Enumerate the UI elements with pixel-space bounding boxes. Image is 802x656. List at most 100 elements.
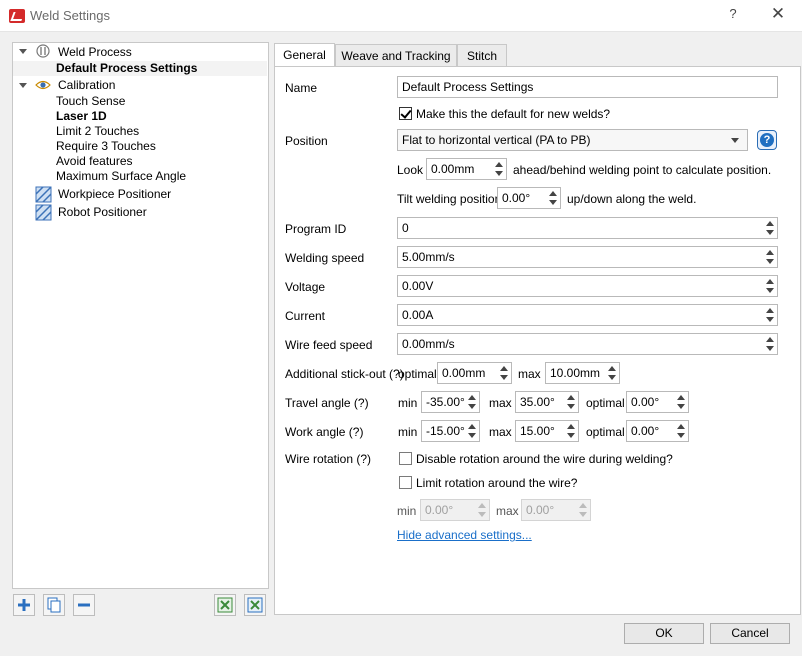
spin-arrows-icon[interactable] (492, 159, 506, 179)
program-id-spinbox[interactable]: 0 (397, 217, 778, 239)
work-max-spinbox[interactable]: 15.00° (515, 420, 579, 442)
rotation-min-spinbox[interactable]: 0.00° (420, 499, 490, 521)
tree-item-touch-sense[interactable]: Touch Sense (56, 94, 125, 109)
app-logo-icon (9, 9, 25, 23)
settings-tree[interactable]: Weld Process Default Process Settings Ca… (12, 42, 269, 589)
stickout-max-spinbox[interactable]: 10.00mm (545, 362, 620, 384)
current-label: Current (285, 309, 326, 323)
spin-arrows-icon[interactable] (763, 305, 777, 325)
look-value: 0.00mm (431, 162, 475, 176)
plus-icon (18, 599, 30, 611)
add-button[interactable] (13, 594, 35, 616)
spin-arrows-icon[interactable] (674, 421, 688, 441)
spin-arrows-icon[interactable] (564, 392, 578, 412)
tree-item-limit-2-touches[interactable]: Limit 2 Touches (56, 124, 139, 139)
question-icon: ? (760, 133, 774, 147)
wire-feed-value: 0.00mm/s (402, 337, 455, 351)
wire-feed-label: Wire feed speed (285, 338, 373, 352)
stickout-max-label: max (518, 367, 541, 381)
spin-arrows-icon[interactable] (674, 392, 688, 412)
tree-item-avoid-features[interactable]: Avoid features (56, 154, 133, 169)
tilt-spinbox[interactable]: 0.00° (497, 187, 561, 209)
tab-general[interactable]: General (274, 43, 335, 67)
duplicate-button[interactable] (43, 594, 65, 616)
disable-rotation-label: Disable rotation around the wire during … (416, 452, 673, 466)
expand-arrow-icon[interactable] (19, 49, 27, 54)
name-field[interactable]: Default Process Settings (397, 76, 778, 98)
rotation-min-value: 0.00° (425, 503, 454, 517)
help-button[interactable]: ? (724, 6, 742, 24)
tree-item-calibration[interactable]: Calibration (58, 78, 115, 93)
window-title: Weld Settings (30, 8, 110, 23)
program-id-label: Program ID (285, 222, 347, 236)
spin-arrows-icon[interactable] (497, 363, 511, 383)
current-spinbox[interactable]: 0.00A (397, 304, 778, 326)
tree-item-default-process-settings[interactable]: Default Process Settings (13, 61, 267, 76)
spin-arrows-icon[interactable] (465, 392, 479, 412)
position-help-button[interactable]: ? (757, 130, 777, 150)
robot-positioner-icon (35, 204, 52, 221)
expand-arrow-icon[interactable] (19, 83, 27, 88)
rotation-max-spinbox[interactable]: 0.00° (521, 499, 591, 521)
position-dropdown[interactable]: Flat to horizontal vertical (PA to PB) (397, 129, 748, 151)
wire-rotation-label: Wire rotation (?) (285, 452, 372, 466)
travel-max-spinbox[interactable]: 35.00° (515, 391, 579, 413)
weld-process-icon (36, 44, 50, 58)
import-icon (217, 597, 233, 613)
stickout-optimal-value: 0.00mm (442, 366, 486, 380)
limit-rotation-label: Limit rotation around the wire? (416, 476, 578, 490)
disable-rotation-checkbox[interactable] (399, 452, 412, 465)
cancel-button[interactable]: Cancel (710, 623, 790, 644)
work-min-spinbox[interactable]: -15.00° (421, 420, 480, 442)
stickout-optimal-spinbox[interactable]: 0.00mm (437, 362, 512, 384)
travel-angle-label: Travel angle (?) (285, 396, 369, 410)
rotation-max-label: max (496, 504, 519, 518)
spin-arrows-icon[interactable] (763, 276, 777, 296)
close-button[interactable]: ✕ (768, 4, 788, 24)
ok-button[interactable]: OK (624, 623, 704, 644)
welding-speed-value: 5.00mm/s (402, 250, 455, 264)
travel-optimal-spinbox[interactable]: 0.00° (626, 391, 689, 413)
spin-arrows-icon[interactable] (465, 421, 479, 441)
work-optimal-spinbox[interactable]: 0.00° (626, 420, 689, 442)
tab-stitch[interactable]: Stitch (457, 44, 507, 66)
tab-weave-and-tracking[interactable]: Weave and Tracking (335, 44, 457, 66)
remove-button[interactable] (73, 594, 95, 616)
travel-optimal-label: optimal (586, 396, 625, 410)
export-button[interactable] (244, 594, 266, 616)
welding-speed-spinbox[interactable]: 5.00mm/s (397, 246, 778, 268)
tree-item-weld-process[interactable]: Weld Process (58, 45, 132, 60)
work-min-label: min (398, 425, 418, 439)
spin-arrows-icon[interactable] (564, 421, 578, 441)
travel-max-label: max (489, 396, 512, 410)
eye-icon (35, 80, 51, 90)
travel-min-spinbox[interactable]: -35.00° (421, 391, 480, 413)
make-default-checkbox[interactable] (399, 107, 412, 120)
welding-speed-label: Welding speed (285, 251, 365, 265)
wire-feed-spinbox[interactable]: 0.00mm/s (397, 333, 778, 355)
spin-arrows-icon (576, 500, 590, 520)
tree-item-laser-1d[interactable]: Laser 1D (56, 109, 107, 124)
tree-item-robot-positioner[interactable]: Robot Positioner (58, 205, 147, 220)
spin-arrows-icon[interactable] (763, 247, 777, 267)
work-optimal-label: optimal (586, 425, 625, 439)
spin-arrows-icon[interactable] (763, 218, 777, 238)
rotation-max-value: 0.00° (526, 503, 555, 517)
tree-item-require-3-touches[interactable]: Require 3 Touches (56, 139, 156, 154)
limit-rotation-checkbox[interactable] (399, 476, 412, 489)
import-button[interactable] (214, 594, 236, 616)
stickout-optimal-label: optimal (398, 367, 437, 381)
spin-arrows-icon[interactable] (763, 334, 777, 354)
position-label: Position (285, 134, 328, 148)
spin-arrows-icon[interactable] (605, 363, 619, 383)
travel-optimal-value: 0.00° (631, 395, 660, 409)
position-value: Flat to horizontal vertical (PA to PB) (402, 133, 591, 147)
tree-item-workpiece-positioner[interactable]: Workpiece Positioner (58, 187, 171, 202)
hide-advanced-settings-link[interactable]: Hide advanced settings... (397, 528, 532, 542)
look-spinbox[interactable]: 0.00mm (426, 158, 507, 180)
tilt-value: 0.00° (502, 191, 531, 205)
spin-arrows-icon[interactable] (546, 188, 560, 208)
rotation-min-label: min (397, 504, 417, 518)
tree-item-maximum-surface-angle[interactable]: Maximum Surface Angle (56, 169, 186, 184)
voltage-spinbox[interactable]: 0.00V (397, 275, 778, 297)
